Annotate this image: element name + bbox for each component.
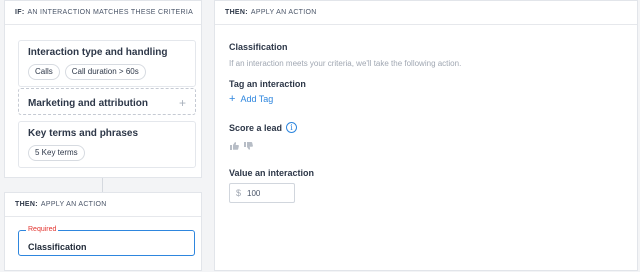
score-row: Score a lead i <box>229 122 298 133</box>
criteria-title: Key terms and phrases <box>28 128 139 139</box>
value-label: Value an interaction <box>229 168 315 178</box>
action-detail-header: THEN: APPLY AN ACTION <box>215 1 637 25</box>
add-tag-button[interactable]: + Add Tag <box>229 92 274 105</box>
action-select-value: Classification <box>28 242 87 252</box>
action-summary-panel: THEN: APPLY AN ACTION Required Classific… <box>4 192 202 271</box>
action-detail-panel: THEN: APPLY AN ACTION Classification If … <box>214 0 638 271</box>
chip-call-duration: Call duration > 60s <box>64 64 146 80</box>
dollar-icon: $ <box>236 188 242 198</box>
criteria-marketing-attribution[interactable]: Marketing and attribution + <box>18 88 196 115</box>
criteria-panel: IF: AN INTERACTION MATCHES THESE CRITERI… <box>4 0 202 178</box>
thumbs-up-icon[interactable] <box>229 138 239 156</box>
required-label: Required <box>26 226 59 234</box>
criteria-title: Interaction type and handling <box>28 47 168 58</box>
score-thumbs <box>229 138 253 156</box>
action-select[interactable]: Required Classification <box>18 226 195 256</box>
tag-label: Tag an interaction <box>229 79 306 89</box>
action-title: Classification <box>229 42 288 52</box>
criteria-panel-header: IF: AN INTERACTION MATCHES THESE CRITERI… <box>5 1 201 25</box>
plus-icon: + <box>229 92 236 105</box>
info-icon[interactable]: i <box>286 122 298 133</box>
chip-key-terms: 5 Key terms <box>28 145 85 161</box>
action-panel-header: THEN: APPLY AN ACTION <box>5 193 201 217</box>
chip-calls: Calls <box>28 64 60 80</box>
criteria-key-terms[interactable]: Key terms and phrases 5 Key terms <box>18 121 196 168</box>
add-tag-label: Add Tag <box>240 94 274 104</box>
connector-line <box>102 178 103 192</box>
criteria-interaction-type[interactable]: Interaction type and handling Calls Call… <box>18 40 196 87</box>
action-subtitle: If an interaction meets your criteria, w… <box>229 59 462 68</box>
value-input-text: 100 <box>247 188 261 198</box>
value-input[interactable]: $ 100 <box>229 183 295 203</box>
criteria-title: Marketing and attribution <box>28 97 148 109</box>
plus-icon[interactable]: + <box>179 96 186 110</box>
thumbs-down-icon[interactable] <box>243 138 253 156</box>
score-label: Score a lead <box>229 122 283 133</box>
